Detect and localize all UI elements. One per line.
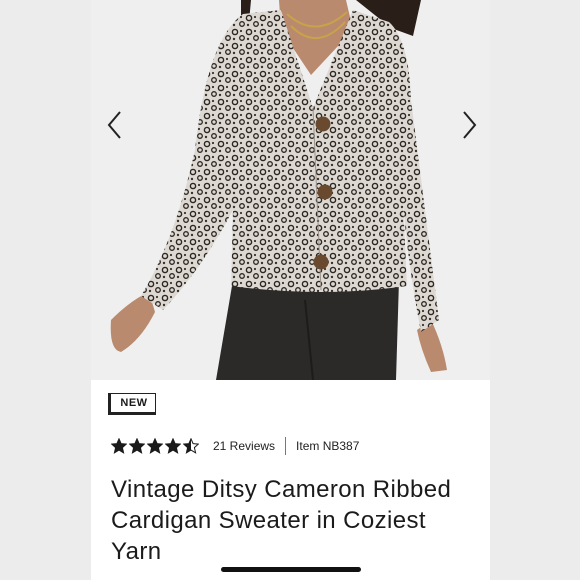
new-badge: NEW <box>108 393 158 417</box>
star-icon <box>165 438 181 454</box>
reviews-link[interactable]: 21 Reviews <box>213 439 275 453</box>
star-icon <box>147 438 163 454</box>
item-number: Item NB387 <box>296 439 360 453</box>
chevron-left-icon <box>107 111 121 139</box>
right-background <box>490 0 580 580</box>
product-title: Vintage Ditsy Cameron Ribbed Cardigan Sw… <box>111 476 452 565</box>
star-icon <box>183 438 199 454</box>
star-icon <box>129 438 145 454</box>
product-image[interactable] <box>91 0 490 380</box>
star-rating[interactable] <box>111 438 199 454</box>
home-indicator[interactable] <box>221 567 361 572</box>
chevron-right-icon <box>463 111 477 139</box>
divider <box>285 437 287 455</box>
star-icon <box>111 438 127 454</box>
product-card: NEW 21 Reviews Item NB387 Vintage Ditsy … <box>91 0 490 580</box>
model-photo <box>91 0 490 380</box>
rating-row: 21 Reviews Item NB387 <box>111 436 359 456</box>
next-image-button[interactable] <box>455 108 485 142</box>
previous-image-button[interactable] <box>99 108 129 142</box>
left-background <box>0 0 91 580</box>
